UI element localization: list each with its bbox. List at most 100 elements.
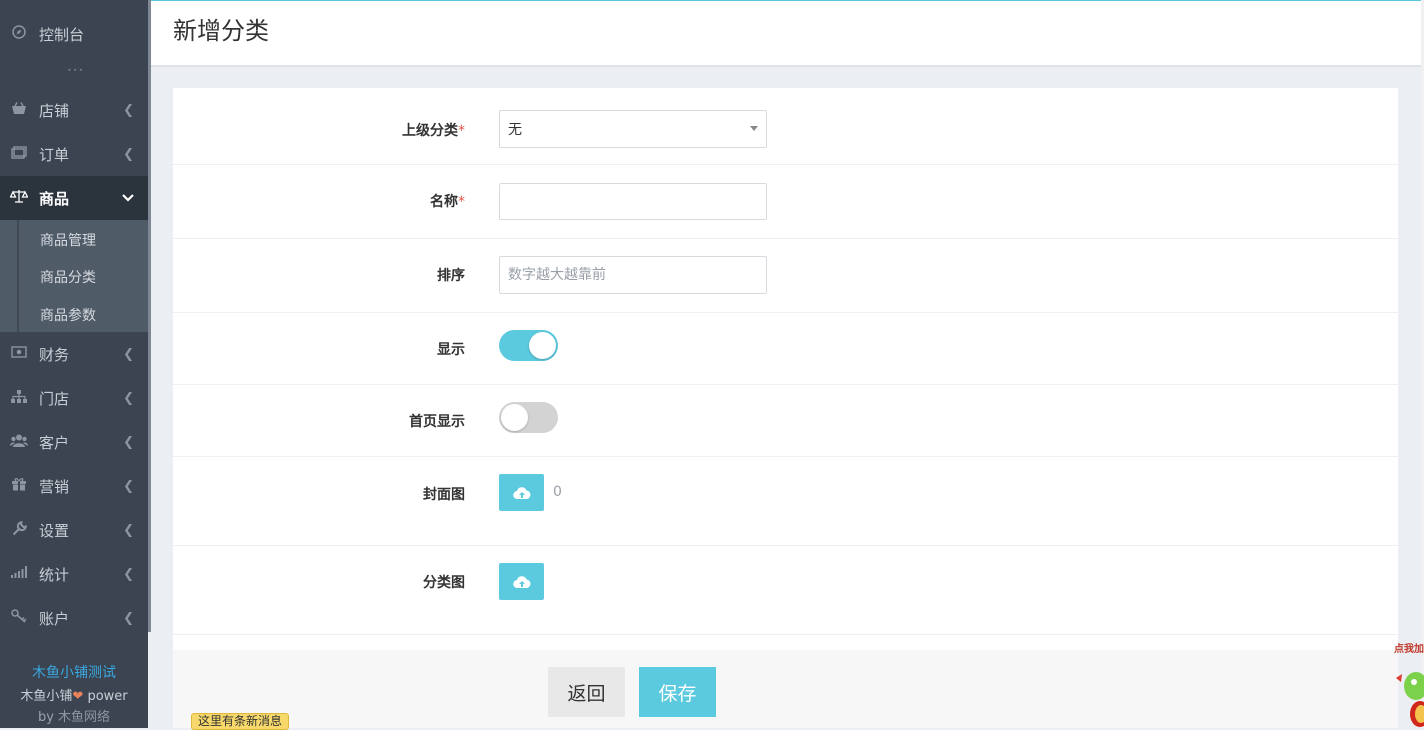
chevron-left-icon: ❮ (123, 346, 134, 362)
sidebar: 控制台 ••• 店铺 ❮ 订单 ❮ 商品 商品管理 商品分类 商品参数 财务 ❮… (0, 0, 148, 728)
cover-label: 封面图 (423, 487, 465, 503)
sidebar-item-label: 店铺 (39, 101, 70, 120)
submenu-indent-bar (17, 220, 19, 332)
form-row-parent: 上级分类* 无 (173, 88, 1398, 165)
sidebar-item-label: 统计 (39, 565, 70, 584)
sidebar-item-marketing[interactable]: 营销 ❮ (0, 464, 148, 508)
category-form: 上级分类* 无 名称* 排序 显示 首页显示 封面图 0 (173, 88, 1398, 650)
sidebar-scrollbar[interactable] (148, 0, 151, 632)
cover-count: 0 (553, 484, 562, 500)
order-icon (10, 145, 28, 163)
scale-icon (9, 189, 29, 207)
power-line: 木鱼小铺❤ power (0, 685, 148, 704)
power-suffix: power (87, 689, 128, 704)
users-icon (10, 434, 28, 451)
back-button[interactable]: 返回 (548, 667, 625, 717)
chevron-left-icon: ❮ (123, 610, 134, 626)
sitemap-icon (10, 389, 28, 407)
chevron-left-icon: ❮ (123, 566, 134, 582)
sidebar-item-statistics[interactable]: 统计 ❮ (0, 552, 148, 596)
sidebar-item-shop[interactable]: 店铺 ❮ (0, 88, 148, 132)
page-header: 新增分类 (151, 0, 1421, 67)
key-icon (10, 609, 28, 627)
home-show-label: 首页显示 (409, 414, 465, 430)
gift-icon (10, 477, 28, 495)
sidebar-item-label: 设置 (39, 521, 70, 540)
cloud-upload-icon (512, 575, 530, 588)
chevron-left-icon: ❮ (123, 390, 134, 406)
sidebar-item-label: 控制台 (39, 25, 85, 44)
toggle-knob (529, 332, 556, 359)
name-input[interactable] (499, 183, 767, 220)
submenu-item-goods-category[interactable]: 商品分类 (40, 267, 96, 287)
chevron-left-icon: ❮ (123, 478, 134, 494)
power-prefix: 木鱼小铺 (20, 689, 73, 704)
sidebar-item-label: 门店 (39, 389, 70, 408)
parent-category-value: 无 (508, 122, 522, 138)
compass-icon (10, 25, 28, 43)
name-label-text: 名称 (430, 194, 458, 210)
new-message-notice[interactable]: 这里有条新消息 (191, 713, 290, 730)
form-actions: 返回 保存 (173, 650, 1398, 728)
page-title: 新增分类 (173, 17, 269, 45)
category-image-upload-button[interactable] (499, 563, 544, 600)
chevron-down-icon (122, 191, 134, 206)
required-mark: * (458, 194, 465, 210)
sidebar-item-label: 客户 (39, 433, 70, 452)
required-mark: * (458, 123, 465, 139)
sidebar-item-dashboard[interactable]: 控制台 (0, 12, 148, 56)
save-button[interactable]: 保存 (639, 667, 716, 717)
form-row-cover: 封面图 0 (173, 457, 1398, 546)
chevron-left-icon: ❮ (123, 102, 134, 118)
chevron-left-icon: ❮ (123, 522, 134, 538)
sidebar-item-customer[interactable]: 客户 ❮ (0, 420, 148, 464)
mascot-widget[interactable]: 点我加 (1392, 636, 1424, 728)
sidebar-item-label: 商品 (39, 189, 70, 208)
wrench-icon (10, 520, 28, 540)
toggle-knob (501, 404, 528, 431)
parent-category-select[interactable]: 无 (499, 110, 767, 148)
category-image-label: 分类图 (423, 575, 465, 591)
sidebar-item-label: 财务 (39, 345, 70, 364)
bar-signal-icon (10, 566, 28, 582)
sidebar-item-account[interactable]: 账户 ❮ (0, 596, 148, 640)
by-company-link[interactable]: 木鱼网络 (58, 710, 110, 725)
form-row-show: 显示 (173, 313, 1398, 385)
sidebar-item-label: 账户 (39, 609, 70, 628)
show-label: 显示 (437, 342, 465, 358)
home-show-toggle[interactable] (499, 402, 558, 433)
goods-submenu: 商品管理 商品分类 商品参数 (0, 220, 148, 332)
caret-down-icon (750, 126, 758, 131)
heart-icon: ❤ (72, 689, 84, 704)
sidebar-item-store[interactable]: 门店 ❮ (0, 376, 148, 420)
cover-upload-button[interactable] (499, 474, 544, 511)
by-line: by 木鱼网络 (0, 706, 148, 725)
mascot-label: 点我加 (1394, 644, 1424, 655)
form-row-home-show: 首页显示 (173, 385, 1398, 457)
form-row-category-image: 分类图 (173, 546, 1398, 635)
shop-icon (10, 101, 28, 119)
sidebar-item-label: 营销 (39, 477, 70, 496)
parent-category-label: 上级分类* (402, 120, 465, 140)
sidebar-item-label: 订单 (39, 145, 70, 164)
collapse-dots-icon[interactable]: ••• (67, 66, 84, 75)
form-row-sort: 排序 (173, 239, 1398, 313)
submenu-item-goods-manage[interactable]: 商品管理 (40, 230, 96, 250)
sidebar-item-order[interactable]: 订单 ❮ (0, 132, 148, 176)
sidebar-item-settings[interactable]: 设置 ❮ (0, 508, 148, 552)
sidebar-item-finance[interactable]: 财务 ❮ (0, 332, 148, 376)
cloud-upload-icon (512, 486, 530, 499)
chevron-left-icon: ❮ (123, 146, 134, 162)
money-icon (10, 346, 28, 362)
sidebar-item-goods[interactable]: 商品 (0, 176, 148, 220)
show-toggle[interactable] (499, 330, 558, 361)
shop-name-link[interactable]: 木鱼小铺测试 (0, 662, 148, 682)
chevron-left-icon: ❮ (123, 434, 134, 450)
sort-input[interactable] (499, 256, 767, 294)
parent-label-text: 上级分类 (402, 123, 458, 139)
by-prefix: by (37, 710, 54, 725)
sort-label: 排序 (437, 268, 465, 284)
name-label: 名称* (430, 191, 465, 211)
mascot-icon (1396, 672, 1424, 727)
submenu-item-goods-params[interactable]: 商品参数 (40, 305, 96, 325)
